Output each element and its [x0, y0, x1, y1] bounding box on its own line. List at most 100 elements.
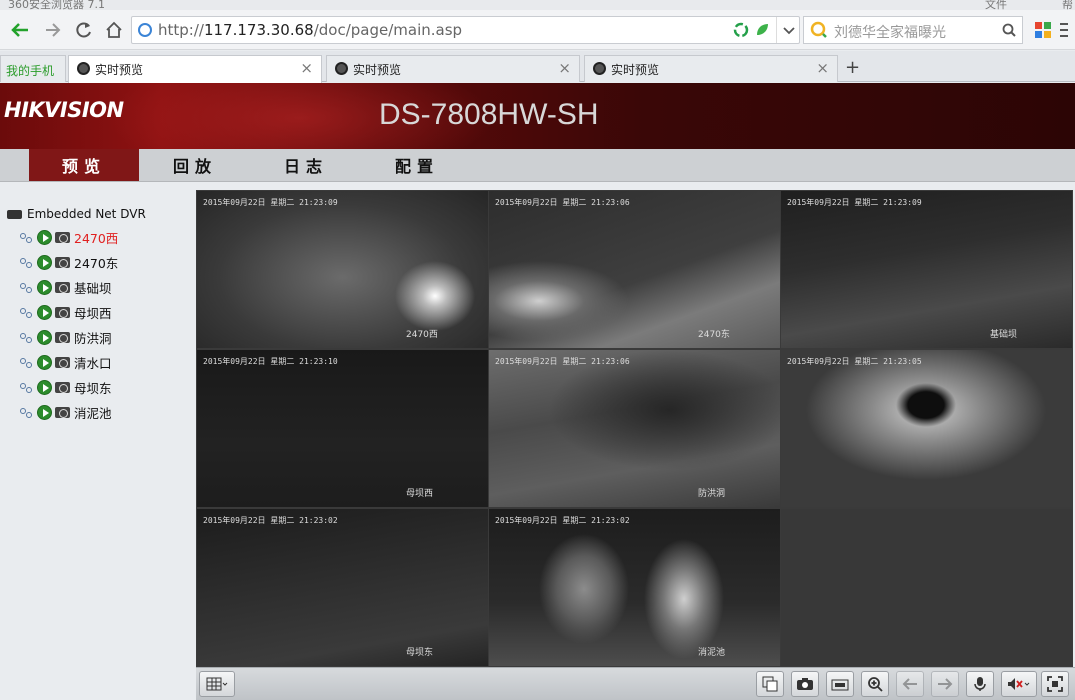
search-box[interactable]: 刘德华全家福曝光: [803, 16, 1023, 44]
apps-grid-icon: [1035, 22, 1051, 38]
browser-toolbar: http://117.173.30.68/doc/page/main.asp 刘…: [0, 10, 1075, 50]
tab-my-phone[interactable]: 我的手机: [0, 55, 66, 82]
camera-item[interactable]: 2470东: [19, 253, 118, 271]
video-channel-name: 消泥池: [698, 648, 726, 658]
play-icon[interactable]: [37, 304, 52, 320]
device-model: DS-7808HW-SH: [379, 98, 599, 131]
camera-name: 清水口: [74, 355, 112, 371]
menu-button[interactable]: [1051, 17, 1075, 43]
header-banner: HIKVISION DS-7808HW-SH: [0, 83, 1075, 149]
play-icon[interactable]: [37, 254, 52, 270]
video-record-icon: [831, 679, 849, 691]
device-tree: Embedded Net DVR 2470西 2470东 基础坝 母坝西 防洪洞…: [0, 190, 194, 700]
camera-name: 母坝西: [74, 305, 112, 321]
play-icon[interactable]: [37, 329, 52, 345]
back-arrow-icon: [11, 23, 28, 37]
camera-item[interactable]: 2470西: [19, 228, 118, 246]
camera-item[interactable]: 母坝东: [19, 378, 112, 396]
play-icon[interactable]: [37, 229, 52, 245]
video-cell[interactable]: 2015年09月22日 星期二 21:23:02 消泥池: [489, 509, 780, 666]
layout-button[interactable]: [199, 671, 235, 697]
nav-preview[interactable]: 预览: [29, 149, 139, 181]
tab-label: 实时预览: [353, 63, 402, 77]
video-channel-name: 2470西: [406, 330, 438, 340]
camera-item[interactable]: 清水口: [19, 353, 112, 371]
forward-button[interactable]: [40, 17, 66, 43]
camera-icon[interactable]: [55, 306, 70, 318]
tab-live-preview-2[interactable]: 实时预览 ×: [326, 55, 580, 82]
talk-button[interactable]: [966, 671, 994, 697]
tab-my-phone-label: 我的手机: [6, 64, 55, 78]
camera-name: 基础坝: [74, 280, 112, 296]
search-icon[interactable]: [1002, 23, 1016, 37]
camera-name: 2470西: [74, 230, 119, 246]
url-host: 117.173.30.68: [203, 21, 314, 39]
camera-name: 母坝东: [74, 380, 112, 396]
video-cell[interactable]: 2015年09月22日 星期二 21:23:02 母坝东: [197, 509, 488, 666]
close-icon[interactable]: ×: [300, 59, 313, 77]
back-button[interactable]: [7, 17, 33, 43]
video-timestamp: 2015年09月22日 星期二 21:23:09: [203, 198, 338, 207]
close-icon[interactable]: ×: [816, 59, 829, 77]
next-page-button[interactable]: [931, 671, 959, 697]
address-bar[interactable]: http://117.173.30.68/doc/page/main.asp: [131, 16, 800, 44]
arrow-right-icon: [938, 678, 953, 690]
play-icon[interactable]: [37, 354, 52, 370]
camera-item[interactable]: 消泥池: [19, 403, 112, 421]
video-cell[interactable]: 2015年09月22日 星期二 21:23:06 防洪洞: [489, 350, 780, 507]
video-cell[interactable]: 2015年09月22日 星期二 21:23:05: [781, 350, 1072, 507]
camera-icon[interactable]: [55, 281, 70, 293]
chevron-down-icon[interactable]: [782, 24, 796, 38]
reload-button[interactable]: [71, 17, 97, 43]
video-cell[interactable]: 2015年09月22日 星期二 21:23:09 2470西: [197, 191, 488, 348]
camera-icon[interactable]: [55, 331, 70, 343]
speaker-muted-icon: [1008, 678, 1030, 690]
prev-page-button[interactable]: [896, 671, 924, 697]
video-cell[interactable]: 2015年09月22日 星期二 21:23:06 2470东: [489, 191, 780, 348]
play-icon[interactable]: [37, 279, 52, 295]
video-cell-empty[interactable]: [781, 509, 1072, 666]
play-icon[interactable]: [37, 379, 52, 395]
tab-live-preview-3[interactable]: 实时预览 ×: [584, 55, 838, 82]
camera-icon[interactable]: [55, 231, 70, 243]
video-timestamp: 2015年09月22日 星期二 21:23:02: [495, 516, 630, 525]
stop-all-button[interactable]: [756, 671, 784, 697]
tree-connector-icon: [19, 231, 34, 243]
camera-icon[interactable]: [55, 356, 70, 368]
camera-icon[interactable]: [55, 406, 70, 418]
tree-connector-icon: [19, 306, 34, 318]
record-button[interactable]: [826, 671, 854, 697]
help-menu[interactable]: 帮: [1062, 0, 1073, 10]
refresh-green-icon[interactable]: [733, 22, 749, 38]
home-button[interactable]: [101, 17, 127, 43]
camera-favicon-icon: [77, 62, 90, 75]
tree-connector-icon: [19, 256, 34, 268]
window-title-bar: 360安全浏览器 7.1 文件 帮: [0, 0, 1075, 10]
camera-icon[interactable]: [55, 381, 70, 393]
video-channel-name: 2470东: [698, 330, 730, 340]
video-cell[interactable]: 2015年09月22日 星期二 21:23:10 母坝西: [197, 350, 488, 507]
nav-log[interactable]: 日志: [251, 149, 361, 181]
leaf-icon[interactable]: [754, 22, 770, 38]
fullscreen-icon: [1047, 676, 1063, 692]
dvr-root[interactable]: Embedded Net DVR: [7, 207, 146, 221]
camera-icon[interactable]: [55, 256, 70, 268]
microphone-icon: [974, 677, 986, 691]
file-menu[interactable]: 文件: [985, 0, 1007, 10]
zoom-button[interactable]: [861, 671, 889, 697]
snapshot-button[interactable]: [791, 671, 819, 697]
video-grid: 2015年09月22日 星期二 21:23:09 2470西 2015年09月2…: [196, 190, 1073, 667]
nav-config[interactable]: 配置: [362, 149, 472, 181]
camera-item[interactable]: 防洪洞: [19, 328, 112, 346]
fullscreen-button[interactable]: [1041, 671, 1069, 697]
nav-playback[interactable]: 回放: [140, 149, 250, 181]
new-tab-button[interactable]: +: [845, 57, 860, 78]
preview-toolbar: [196, 667, 1075, 700]
close-icon[interactable]: ×: [558, 59, 571, 77]
video-cell[interactable]: 2015年09月22日 星期二 21:23:09 基础坝: [781, 191, 1072, 348]
camera-item[interactable]: 母坝西: [19, 303, 112, 321]
volume-button[interactable]: [1001, 671, 1037, 697]
tab-live-preview-1[interactable]: 实时预览 ×: [68, 55, 322, 83]
camera-item[interactable]: 基础坝: [19, 278, 112, 296]
play-icon[interactable]: [37, 404, 52, 420]
